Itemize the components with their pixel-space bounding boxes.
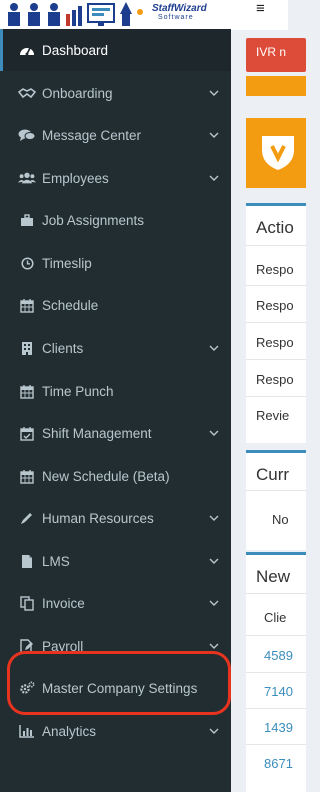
menu-toggle-icon[interactable]: ≡ — [256, 0, 265, 17]
sidebar-item-label: Timeslip — [42, 255, 92, 271]
calendar-icon — [18, 382, 36, 400]
sidebar-item-payroll[interactable]: Payroll — [0, 625, 231, 667]
divider — [246, 322, 306, 323]
bar-chart-icon — [18, 722, 36, 740]
briefcase-icon — [18, 211, 36, 229]
divider — [246, 396, 306, 397]
sidebar-item-analytics[interactable]: Analytics — [0, 710, 231, 752]
sidebar-item-label: Human Resources — [42, 510, 154, 526]
sidebar-item-human-resources[interactable]: Human Resources — [0, 497, 231, 539]
logo-graphic-icon — [8, 2, 143, 26]
file-edit-icon — [18, 637, 36, 655]
logo-tagline-text: Software — [158, 14, 194, 21]
sidebar-item-invoice[interactable]: Invoice — [0, 582, 231, 624]
sidebar-item-time-punch[interactable]: Time Punch — [0, 370, 231, 412]
sidebar-item-shift-management[interactable]: Shift Management — [0, 412, 231, 454]
sidebar-item-label: Message Center — [42, 127, 142, 143]
divider — [246, 672, 306, 673]
sidebar-item-job-assignments[interactable]: Job Assignments — [0, 199, 231, 241]
divider — [246, 245, 306, 246]
sidebar-item-new-schedule-beta[interactable]: New Schedule (Beta) — [0, 455, 231, 497]
sidebar-item-timeslip[interactable]: Timeslip — [0, 242, 231, 284]
sidebar-item-label: Shift Management — [42, 425, 152, 441]
sidebar-item-label: Master Company Settings — [42, 680, 198, 696]
handshake-icon — [18, 84, 36, 102]
new-panel-title: New — [256, 567, 291, 586]
sidebar-item-onboarding[interactable]: Onboarding — [0, 72, 231, 114]
sidebar: StaffWizard Software Dashboard Onboardin… — [0, 0, 231, 792]
comments-icon — [18, 126, 36, 144]
divider — [246, 593, 306, 594]
sidebar-item-label: Clients — [42, 340, 84, 356]
sidebar-item-label: Schedule — [42, 297, 99, 313]
sidebar-item-label: Payroll — [42, 638, 84, 654]
gears-icon — [18, 679, 36, 697]
chevron-down-icon — [209, 600, 219, 606]
logo-brand-text: StaffWizard — [152, 3, 207, 14]
actions-panel: Actio — [246, 203, 306, 443]
sidebar-item-label: Invoice — [42, 595, 85, 611]
table-row-link[interactable]: 7140 — [264, 684, 293, 699]
actions-panel-title: Actio — [256, 218, 294, 237]
table-row-link[interactable]: 1439 — [264, 720, 293, 735]
clock-icon — [18, 254, 36, 272]
sidebar-item-label: Dashboard — [42, 42, 109, 58]
warning-strip — [246, 76, 306, 96]
file-icon — [18, 552, 36, 570]
calendar-check-icon — [18, 424, 36, 442]
divider — [246, 490, 306, 491]
chevron-down-icon — [209, 132, 219, 138]
current-panel: Curr — [246, 450, 306, 550]
current-row: No — [272, 512, 289, 527]
ivr-alert-label: IVR n — [256, 45, 287, 59]
ivr-alert-button[interactable]: IVR n — [246, 38, 306, 72]
divider — [246, 708, 306, 709]
sidebar-item-label: Onboarding — [42, 85, 113, 101]
divider — [246, 359, 306, 360]
building-icon — [18, 339, 36, 357]
divider — [246, 635, 306, 636]
table-row-link[interactable]: 8671 — [264, 756, 293, 771]
sidebar-item-clients[interactable]: Clients — [0, 327, 231, 369]
actions-row[interactable]: Respo — [256, 372, 294, 387]
chevron-down-icon — [209, 90, 219, 96]
calendar-icon — [18, 296, 36, 314]
sidebar-item-label: Analytics — [42, 723, 97, 739]
sidebar-item-label: LMS — [42, 553, 70, 569]
chevron-down-icon — [209, 728, 219, 734]
chevron-down-icon — [209, 643, 219, 649]
divider — [246, 285, 306, 286]
users-icon — [18, 169, 36, 187]
sidebar-item-lms[interactable]: LMS — [0, 540, 231, 582]
chevron-down-icon — [209, 558, 219, 564]
sidebar-item-employees[interactable]: Employees — [0, 157, 231, 199]
actions-row[interactable]: Revie — [256, 408, 289, 423]
actions-row[interactable]: Respo — [256, 262, 294, 277]
sidebar-item-label: Employees — [42, 170, 109, 186]
chevron-down-icon — [209, 430, 219, 436]
chevron-down-icon — [209, 515, 219, 521]
pencil-icon — [18, 509, 36, 527]
dashboard-icon — [18, 41, 36, 59]
sidebar-item-label: Job Assignments — [42, 212, 145, 228]
calendar-icon — [18, 467, 36, 485]
company-logo[interactable]: StaffWizard Software — [0, 0, 231, 30]
divider — [246, 744, 306, 745]
sidebar-item-master-company-settings[interactable]: Master Company Settings — [0, 667, 231, 709]
current-panel-title: Curr — [256, 465, 290, 484]
actions-row[interactable]: Respo — [256, 298, 294, 313]
table-row-link[interactable]: 4589 — [264, 648, 293, 663]
info-box-orange — [246, 118, 306, 188]
sidebar-item-dashboard[interactable]: Dashboard — [0, 29, 231, 71]
sidebar-item-message-center[interactable]: Message Center — [0, 114, 231, 156]
sidebar-item-label: Time Punch — [42, 383, 114, 399]
chevron-down-icon — [209, 175, 219, 181]
actions-row[interactable]: Respo — [256, 335, 294, 350]
sidebar-item-schedule[interactable]: Schedule — [0, 284, 231, 326]
copy-icon — [18, 594, 36, 612]
shield-icon — [262, 136, 294, 170]
sidebar-item-label: New Schedule (Beta) — [42, 468, 170, 484]
chevron-down-icon — [209, 345, 219, 351]
table-header-client: Clie — [264, 610, 287, 625]
